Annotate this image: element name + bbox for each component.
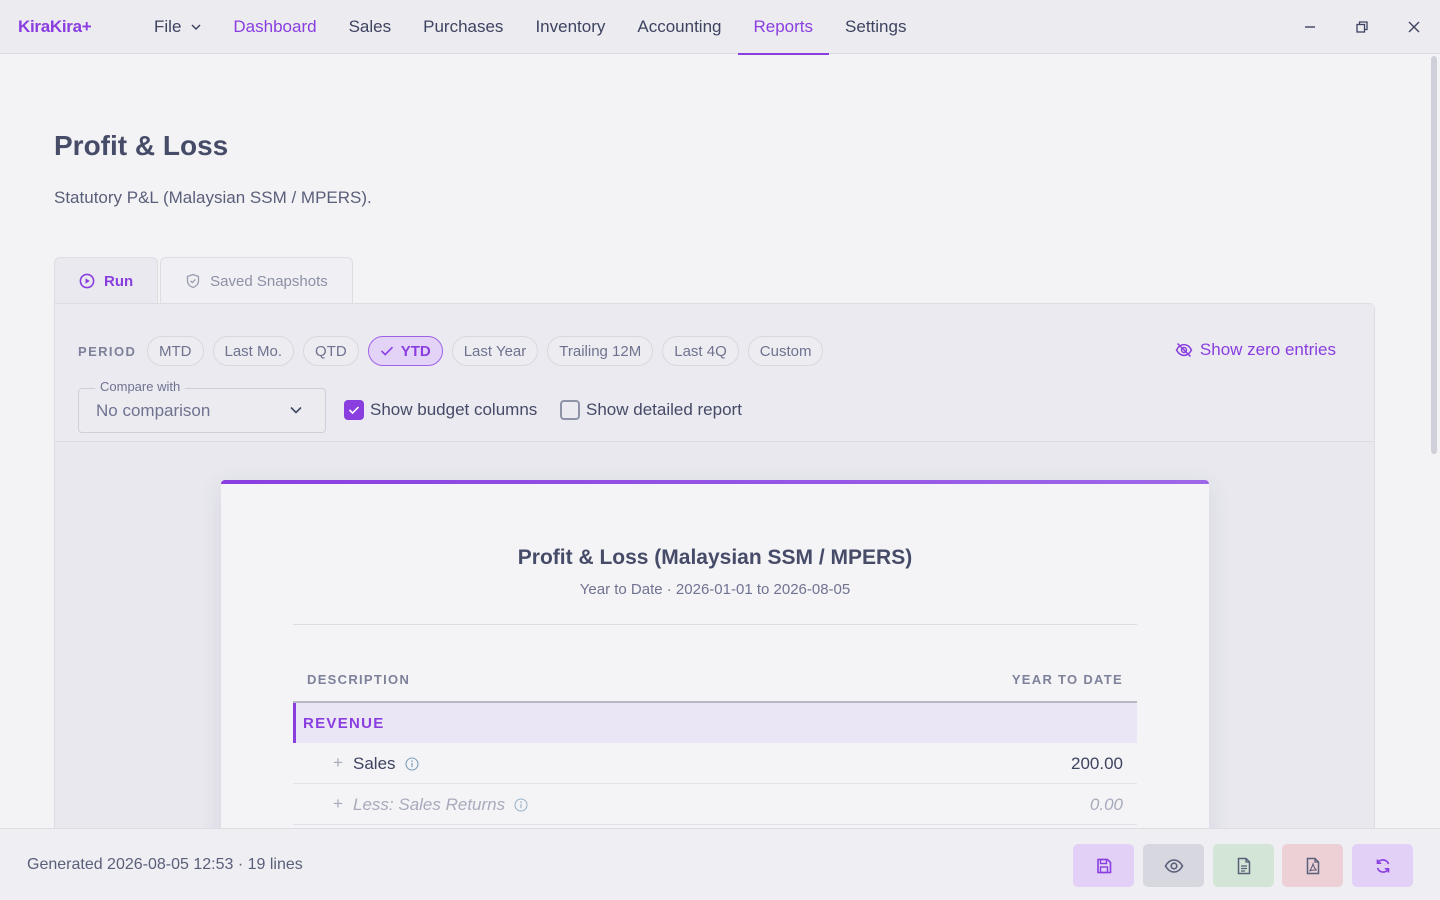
preview-button[interactable] [1143, 844, 1204, 887]
tab-saved-snapshots-label: Saved Snapshots [210, 272, 328, 290]
period-chip-mtd[interactable]: MTD [147, 336, 204, 366]
nav-settings[interactable]: Settings [829, 0, 922, 54]
show-budget-columns-label: Show budget columns [370, 400, 538, 419]
period-chip-qtd[interactable]: QTD [303, 336, 359, 366]
table-row[interactable]: + Sales 200.00 [293, 743, 1137, 784]
generated-status: Generated 2026-08-05 12:53 · 19 lines [27, 856, 303, 873]
restore-icon [1356, 21, 1368, 33]
line-name-text: Less: Sales Returns [353, 795, 506, 814]
main-nav: File Dashboard Sales Purchases Inventory… [138, 0, 922, 55]
report-subtitle: Year to Date · 2026-01-01 to 2026-08-05 [579, 581, 851, 598]
top-bar: KiraKira+ File Dashboard Sales Purchases… [0, 0, 1440, 55]
compare-select-value: No comparison [96, 401, 211, 420]
period-chip-trailing-12m[interactable]: Trailing 12M [547, 336, 654, 366]
document-icon [1237, 857, 1250, 874]
info-icon[interactable] [514, 798, 528, 812]
period-chip-last-month[interactable]: Last Mo. [212, 336, 295, 366]
page-title: Profit & Loss [54, 130, 229, 161]
pdf-icon [1306, 857, 1319, 874]
report-title: Profit & Loss (Malaysian SSM / MPERS) [517, 546, 913, 569]
eye-icon [1164, 858, 1183, 873]
period-label: PERIOD [78, 344, 137, 359]
shield-check-icon [187, 273, 200, 289]
close-icon [1408, 21, 1420, 33]
export-pdf-button[interactable] [1282, 844, 1343, 887]
divider [293, 624, 1137, 625]
tab-saved-snapshots[interactable]: Saved Snapshots [160, 257, 353, 304]
save-snapshot-button[interactable] [1073, 844, 1134, 887]
period-chip-last-4q[interactable]: Last 4Q [662, 336, 739, 366]
report-tabs: Run Saved Snapshots [54, 257, 355, 304]
report-preview: Profit & Loss (Malaysian SSM / MPERS) Ye… [221, 480, 1209, 860]
app-logo: KiraKira+ [18, 17, 92, 36]
show-detailed-report-label: Show detailed report [586, 400, 742, 419]
period-chip-ytd-label: YTD [400, 342, 431, 360]
restore-button[interactable] [1349, 14, 1375, 40]
tab-run-label: Run [104, 272, 134, 290]
nav-dashboard[interactable]: Dashboard [217, 0, 332, 54]
nav-sales[interactable]: Sales [333, 0, 408, 54]
page-subtitle: Statutory P&L (Malaysian SSM / MPERS). [54, 188, 372, 207]
line-name: Sales [353, 754, 419, 774]
line-name: Less: Sales Returns [353, 795, 528, 815]
check-icon [380, 346, 393, 356]
minimize-icon [1305, 26, 1315, 28]
report-accent-bar [221, 480, 1209, 484]
line-value: 0.00 [1089, 795, 1123, 814]
show-detailed-report-checkbox[interactable]: Show detailed report [560, 400, 742, 420]
play-circle-icon [79, 273, 95, 289]
period-chips: MTD Last Mo. QTD YTD Last Year Trailing … [147, 336, 832, 366]
checkbox-checked-icon [344, 400, 364, 420]
eye-off-icon [1175, 342, 1193, 358]
nav-purchases[interactable]: Purchases [407, 0, 519, 54]
show-zero-entries-label: Show zero entries [1199, 340, 1336, 359]
scrollbar-thumb[interactable] [1431, 56, 1437, 454]
refresh-button[interactable] [1352, 844, 1413, 887]
section-row-revenue: REVENUE [293, 703, 1137, 743]
period-chip-custom[interactable]: Custom [747, 336, 824, 366]
close-button[interactable] [1401, 14, 1427, 40]
file-menu[interactable]: File [138, 0, 217, 54]
refresh-icon [1376, 858, 1389, 873]
minimize-button[interactable] [1297, 14, 1323, 40]
show-budget-columns-checkbox[interactable]: Show budget columns [344, 400, 537, 420]
period-chip-last-year[interactable]: Last Year [451, 336, 539, 366]
line-name-text: Sales [353, 754, 396, 773]
table-row[interactable]: + Less: Sales Returns 0.00 [293, 784, 1137, 825]
expand-icon[interactable]: + [333, 794, 343, 814]
chevron-down-icon [290, 406, 302, 414]
checkbox-unchecked-icon [560, 400, 580, 420]
period-chip-ytd[interactable]: YTD [367, 336, 443, 366]
export-document-button[interactable] [1213, 844, 1274, 887]
column-header-year-to-date: YEAR TO DATE [1011, 672, 1123, 687]
report-panel: PERIOD MTD Last Mo. QTD YTD Last Year Tr… [54, 303, 1375, 860]
file-menu-label: File [154, 17, 182, 36]
report-controls: PERIOD MTD Last Mo. QTD YTD Last Year Tr… [55, 304, 1374, 442]
nav-reports[interactable]: Reports [737, 0, 830, 55]
expand-icon[interactable]: + [333, 753, 343, 773]
nav-inventory[interactable]: Inventory [519, 0, 621, 54]
info-icon[interactable] [404, 757, 419, 771]
tab-run[interactable]: Run [54, 257, 159, 304]
save-icon [1096, 858, 1111, 873]
compare-select-label: Compare with [95, 379, 186, 394]
chevron-down-icon [191, 24, 201, 31]
compare-select[interactable]: Compare with No comparison [78, 379, 326, 433]
nav-accounting[interactable]: Accounting [621, 0, 737, 54]
bottom-bar: Generated 2026-08-05 12:53 · 19 lines [0, 828, 1440, 900]
column-header-description: DESCRIPTION [307, 672, 411, 687]
page-scrollbar[interactable] [1430, 56, 1438, 828]
show-zero-entries-toggle[interactable]: Show zero entries [1175, 340, 1336, 360]
line-value: 200.00 [1071, 754, 1123, 773]
